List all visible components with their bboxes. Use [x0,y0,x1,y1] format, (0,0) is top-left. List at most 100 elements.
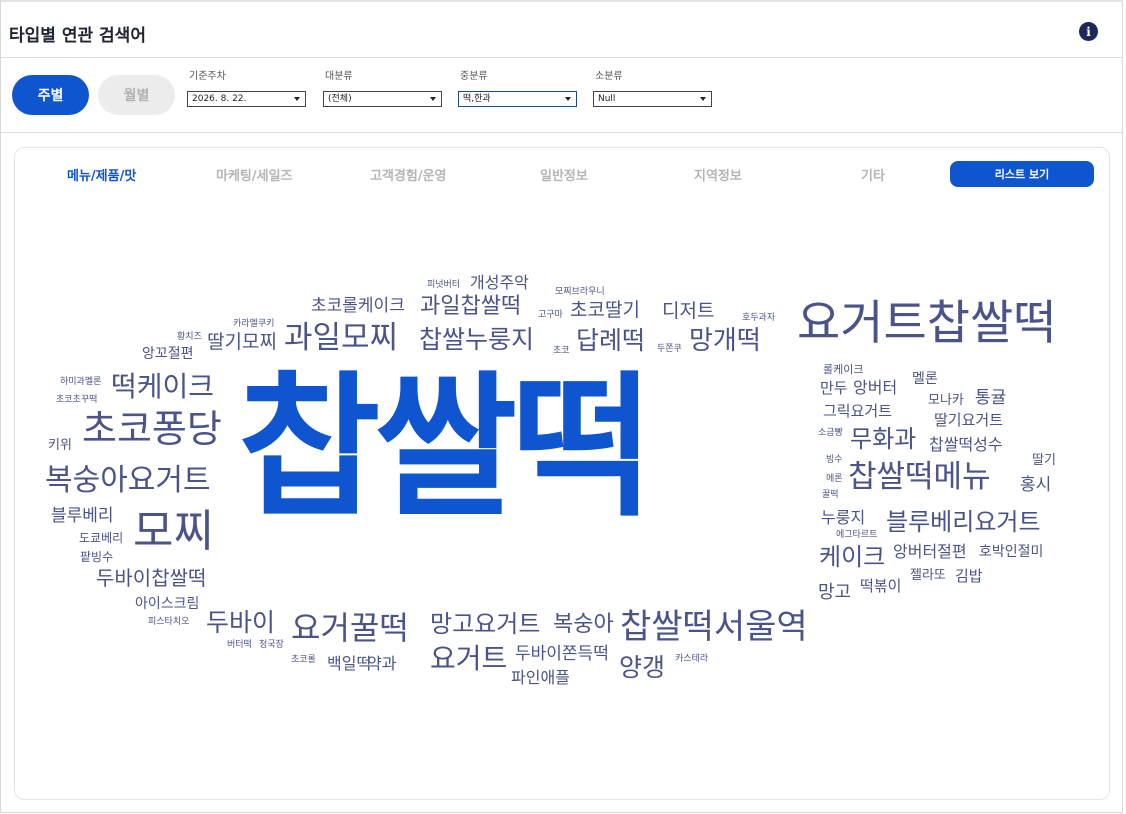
wordcloud-keyword[interactable]: 요거트 [430,645,507,673]
wordcloud-keyword[interactable]: 블루베리요거트 [886,510,1041,534]
wordcloud-keyword[interactable]: 앙버터절편 [893,544,967,560]
mid-category-select[interactable]: 떡,한과 [458,91,577,107]
info-icon[interactable]: i [1079,22,1098,41]
list-view-button[interactable]: 리스트 보기 [950,161,1094,187]
wordcloud-keyword[interactable]: 초코초꾸떡 [56,396,97,405]
tab-menu-product-taste[interactable]: 메뉴/제품/맛 [67,165,136,184]
wordcloud-keyword[interactable]: 모찌 [133,510,214,554]
major-category-value: (전체) [328,94,352,104]
wordcloud-keyword[interactable]: 빙수 [826,456,843,465]
wordcloud-keyword[interactable]: 두바이 [206,610,275,635]
wordcloud-keyword[interactable]: 찹쌀떡 [238,370,654,525]
minor-category-value: Null [598,94,616,104]
chevron-down-icon [565,97,571,101]
wordcloud-keyword[interactable]: 앙꼬절편 [142,347,194,361]
wordcloud-keyword[interactable]: 카라멜쿠키 [233,320,274,329]
wordcloud-keyword[interactable]: 딸기모찌 [207,333,277,352]
wordcloud-keyword[interactable]: 찹쌀떡메뉴 [848,462,991,493]
wordcloud-keyword[interactable]: 젤라또 [910,569,946,582]
wordcloud-keyword[interactable]: 망고요거트 [430,612,540,636]
wordcloud-keyword[interactable]: 고구마 [538,311,563,320]
wordcloud-keyword[interactable]: 피넛버터 [427,281,460,290]
major-category-label: 대분류 [325,71,353,82]
wordcloud-keyword[interactable]: 만두 [820,381,848,396]
chevron-down-icon [700,97,706,101]
wordcloud-keyword[interactable]: 호두과자 [742,314,775,323]
mid-category-value: 떡,한과 [463,94,491,104]
wordcloud-keyword[interactable]: 디저트 [662,302,714,321]
wordcloud-keyword[interactable]: 과일찹쌀떡 [420,296,521,318]
wordcloud-keyword[interactable]: 청국장 [259,641,284,650]
wordcloud-keyword[interactable]: 초코퐁당 [82,410,222,448]
chevron-down-icon [430,97,436,101]
wordcloud-keyword[interactable]: 개성주악 [470,275,529,291]
wordcloud-keyword[interactable]: 초코딸기 [570,301,640,320]
wordcloud-keyword[interactable]: 모나카 [928,394,964,407]
wordcloud-keyword[interactable]: 답례떡 [576,328,645,353]
tab-customer-experience[interactable]: 고객경험/운영 [370,165,447,184]
wordcloud-keyword[interactable]: 키위 [48,439,72,452]
wordcloud-keyword[interactable]: 통귤 [975,390,1006,407]
mid-category-label: 중분류 [460,71,488,82]
wordcloud-keyword[interactable]: 두바이찹쌀떡 [96,568,206,588]
wordcloud-keyword[interactable]: 에그타르트 [836,531,877,540]
wordcloud-keyword[interactable]: 도쿄베리 [79,532,123,544]
wordcloud-keyword[interactable]: 요거트찹쌀떡 [797,300,1056,347]
wordcloud-keyword[interactable]: 두쫀쿠 [657,345,682,354]
wordcloud-keyword[interactable]: 아이스크림 [135,597,199,611]
wordcloud-keyword[interactable]: 떡볶이 [860,579,901,594]
wordcloud-keyword[interactable]: 누룽지 [821,510,865,526]
wordcloud-keyword[interactable]: 초코롤케이크 [311,298,405,315]
wordcloud-keyword[interactable]: 초코 [553,347,570,356]
wordcloud-keyword[interactable]: 김밥 [955,569,983,584]
tab-etc[interactable]: 기타 [861,165,885,184]
wordcloud-keyword[interactable]: 망개떡 [689,328,761,354]
wordcloud-keyword[interactable]: 양갱 [619,655,665,680]
wordcloud-keyword[interactable]: 하미과멜론 [60,378,101,387]
wordcloud-keyword[interactable]: 과일모찌 [284,323,398,354]
wordcloud-keyword[interactable]: 복숭아 [553,614,614,636]
wordcloud-keyword[interactable]: 카스테라 [675,655,708,664]
base-week-label: 기준주차 [189,71,226,82]
wordcloud-keyword[interactable]: 버터떡 [227,641,252,650]
minor-category-select[interactable]: Null [593,91,712,107]
wordcloud-keyword[interactable]: 파인애플 [511,670,570,686]
wordcloud-keyword[interactable]: 망고 [818,584,851,602]
wordcloud-keyword[interactable]: 소금빵 [818,429,843,438]
wordcloud-keyword[interactable]: 찹쌀떡서울역 [620,610,808,644]
wordcloud-keyword[interactable]: 메론 [826,475,843,484]
wordcloud-keyword[interactable]: 모찌브라우니 [555,288,605,297]
weekly-button[interactable]: 주별 [12,75,89,115]
wordcloud-keyword[interactable]: 홍시 [1020,477,1051,494]
base-week-select[interactable]: 2026. 8. 22. [187,91,306,107]
wordcloud-keyword[interactable]: 피스타치오 [148,618,189,627]
tab-general-info[interactable]: 일반정보 [540,165,588,184]
wordcloud-keyword[interactable]: 요거꿀떡 [291,612,409,644]
wordcloud-keyword[interactable]: 떡케이크 [111,373,214,401]
wordcloud-keyword[interactable]: 멜론 [912,372,938,386]
wordcloud-keyword[interactable]: 무화과 [850,427,916,451]
wordcloud-keyword[interactable]: 찹쌀누룽지 [419,327,534,352]
wordcloud-keyword[interactable]: 초코롤 [291,656,316,665]
wordcloud-keyword[interactable]: 케이크 [819,545,885,569]
wordcloud-keyword[interactable]: 팥빙수 [80,551,113,563]
wordcloud-keyword[interactable]: 딸기 [1032,454,1056,467]
wordcloud-keyword[interactable]: 호박인절미 [979,545,1043,559]
wordcloud-keyword[interactable]: 딸기요거트 [934,413,1003,428]
wordcloud-keyword[interactable]: 블루베리 [51,508,114,525]
wordcloud-keyword[interactable]: 찹쌀떡성수 [929,437,1003,453]
wordcloud-keyword[interactable]: 롤케이크 [823,364,863,375]
wordcloud-keyword[interactable]: 앙버터 [853,380,897,396]
wordcloud-keyword[interactable]: 꿀떡 [822,491,839,500]
wordcloud-keyword[interactable]: 두바이쫀득떡 [515,646,609,663]
monthly-button[interactable]: 월별 [98,75,175,115]
wordcloud-keyword[interactable]: 약과 [367,656,396,672]
tab-regional-info[interactable]: 지역정보 [694,165,742,184]
tab-marketing-sales[interactable]: 마케팅/세일즈 [216,165,293,184]
wordcloud-keyword[interactable]: 황치즈 [177,333,202,342]
wordcloud-keyword[interactable]: 복숭아요거트 [45,466,211,496]
major-category-select[interactable]: (전체) [323,91,442,107]
wordcloud-keyword[interactable]: 백일떡 [327,656,371,672]
wordcloud-keyword[interactable]: 그릭요거트 [823,404,892,419]
minor-category-label: 소분류 [595,71,623,82]
